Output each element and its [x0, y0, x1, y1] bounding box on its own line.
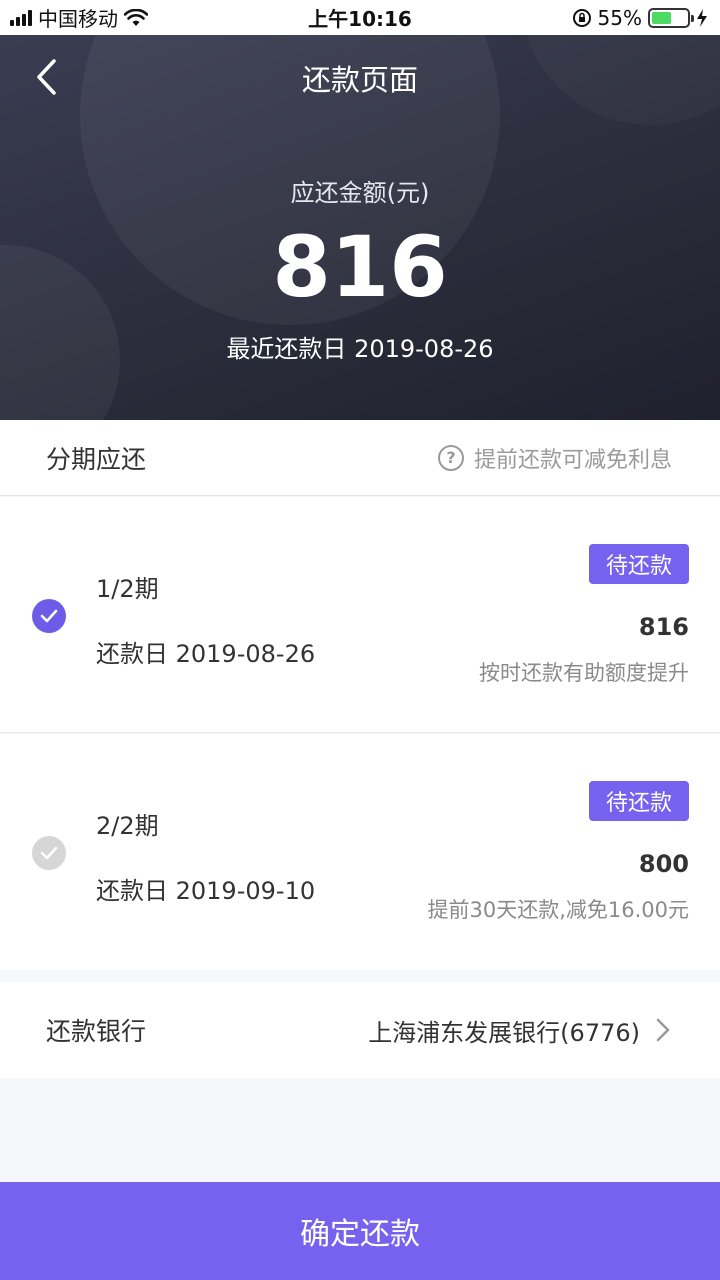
status-badge: 待还款: [589, 781, 689, 821]
status-badge: 待还款: [589, 544, 689, 584]
installment-note: 按时还款有助额度提升: [479, 661, 689, 685]
installment-period: 2/2期: [96, 812, 159, 840]
installments-section-header: 分期应还 ? 提前还款可减免利息: [0, 420, 720, 496]
question-icon: ?: [437, 444, 464, 471]
check-icon: [40, 609, 58, 623]
installment-checkbox[interactable]: [32, 599, 66, 633]
page-title: 还款页面: [301, 63, 418, 97]
installment-row[interactable]: 2/2期 还款日 2019-09-10 待还款 800 提前30天还款,减免16…: [0, 734, 720, 970]
installment-due-date: 还款日 2019-08-26: [96, 640, 316, 668]
wifi-icon: [124, 8, 148, 26]
section-title: 分期应还: [46, 444, 147, 474]
installment-amount: 800: [638, 850, 689, 878]
installment-period: 1/2期: [96, 575, 159, 603]
battery-fill: [652, 11, 671, 24]
bank-label: 还款银行: [46, 1017, 147, 1046]
battery-icon: [648, 7, 694, 28]
installment-amount: 816: [638, 613, 689, 641]
installment-due-date: 还款日 2019-09-10: [96, 877, 316, 905]
status-bar: 中国移动 上午10:16 55%: [0, 0, 720, 35]
orientation-lock-icon: [572, 8, 591, 27]
amount-due-value: 816: [272, 218, 448, 316]
status-right: 55%: [572, 6, 708, 30]
charging-icon: [697, 8, 707, 27]
carrier-name: 中国移动: [38, 7, 118, 31]
confirm-repayment-button[interactable]: 确定还款: [0, 1182, 720, 1280]
installment-row[interactable]: 1/2期 还款日 2019-08-26 待还款 816 按时还款有助额度提升: [0, 497, 720, 733]
status-left: 中国移动: [10, 3, 148, 32]
hint-text: 提前还款可减免利息: [473, 447, 672, 473]
signal-icon: [10, 9, 32, 26]
early-repayment-hint[interactable]: ? 提前还款可减免利息: [437, 442, 672, 474]
chevron-right-icon: [656, 1018, 670, 1042]
check-icon: [40, 846, 58, 860]
battery-percent: 55%: [597, 5, 642, 30]
installment-note: 提前30天还款,减免16.00元: [427, 898, 689, 922]
amount-due-label: 应还金额(元): [290, 179, 430, 207]
recent-due-date: 最近还款日 2019-08-26: [226, 335, 494, 363]
repayment-bank-row[interactable]: 还款银行 上海浦东发展银行(6776): [0, 982, 720, 1078]
installment-checkbox[interactable]: [32, 836, 66, 870]
repayment-header: 还款页面 应还金额(元) 816 最近还款日 2019-08-26: [0, 35, 720, 420]
bank-selector[interactable]: 上海浦东发展银行(6776): [368, 1013, 670, 1048]
bank-value: 上海浦东发展银行(6776): [368, 1018, 640, 1047]
